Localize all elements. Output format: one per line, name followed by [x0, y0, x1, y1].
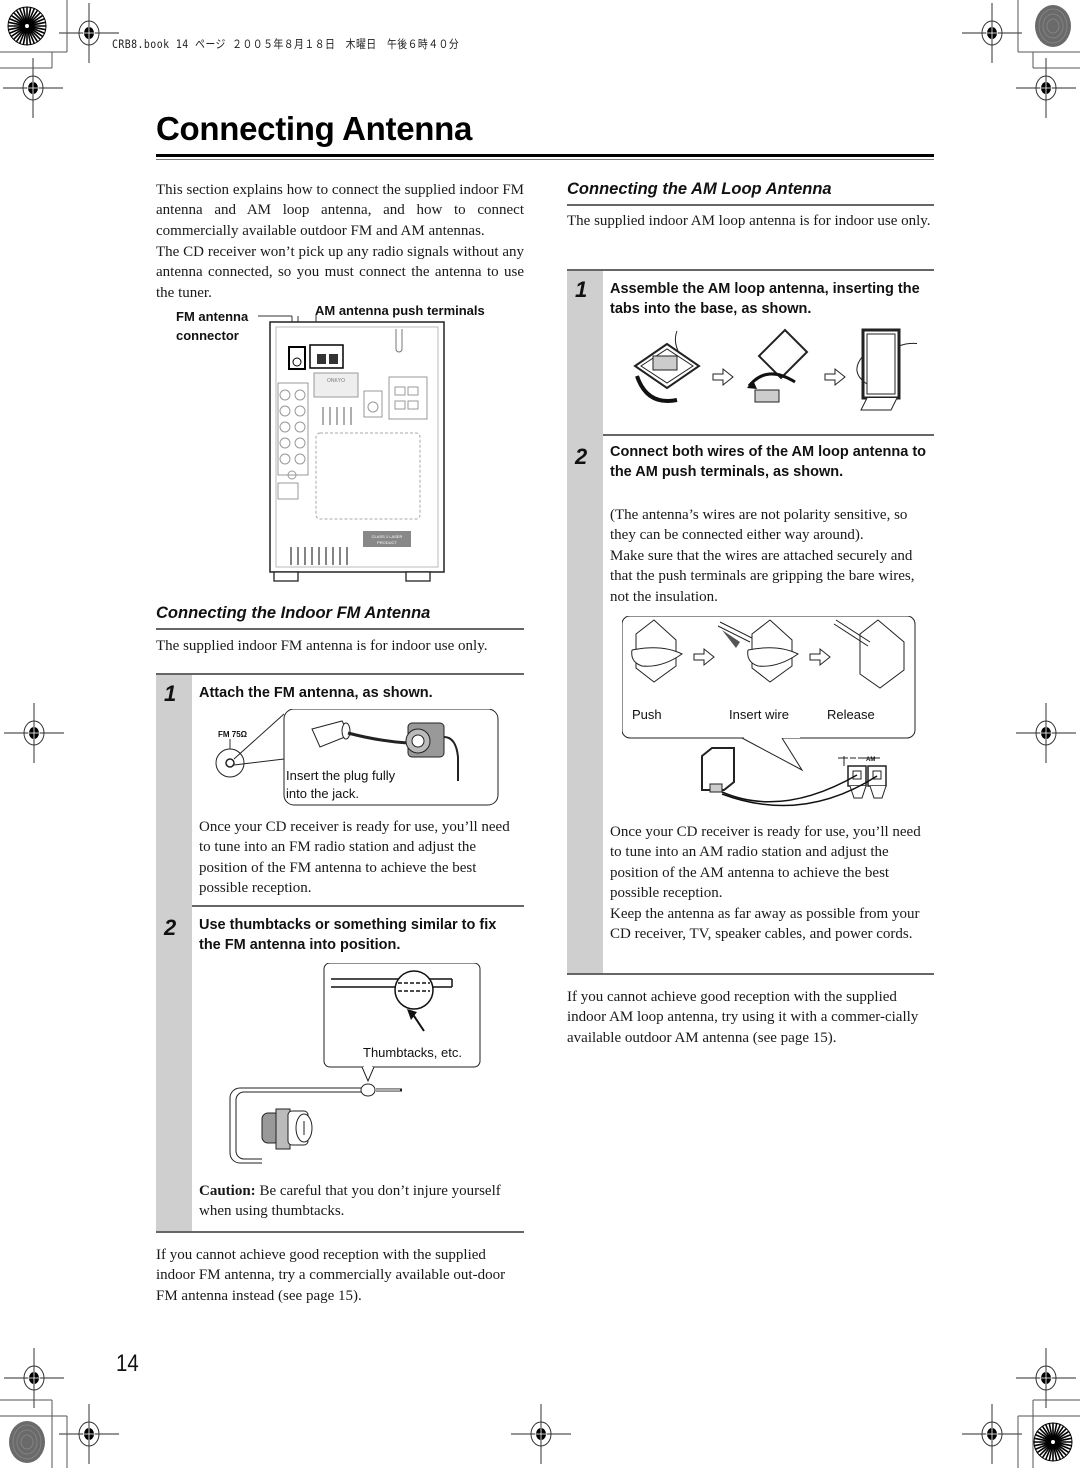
- section-rule: [156, 628, 524, 630]
- starburst-target-icon: [1033, 1422, 1073, 1462]
- step-divider: [603, 434, 934, 436]
- registration-mark: [1015, 57, 1077, 119]
- registration-mark: [58, 1403, 120, 1465]
- fm-caution: Caution: Be careful that you don’t injur…: [199, 1181, 521, 1222]
- registration-mark: [961, 1403, 1023, 1465]
- rear-panel-illustration: ONKYO CLASS 1 LASER PRODUCT: [258, 315, 445, 582]
- am-steps-box: 1 Assemble the AM loop antenna, insertin…: [567, 269, 934, 975]
- registration-mark: [3, 702, 65, 764]
- laser-label-line1: CLASS 1 LASER: [372, 534, 403, 539]
- gray-target-icon: [1035, 5, 1071, 47]
- step-bottom-rule: [156, 1231, 524, 1233]
- step-number: 1: [575, 277, 588, 302]
- step-title: Use thumbtacks or something similar to f…: [199, 917, 497, 953]
- am-terminal-label: AM: [866, 757, 875, 763]
- registration-mark: [2, 57, 64, 119]
- step-number: 2: [164, 915, 177, 940]
- push-label: Push: [632, 707, 662, 722]
- thumbtack-callout: Thumbtacks, etc.: [363, 1045, 462, 1060]
- fm-section-heading: Connecting the Indoor FM Antenna: [156, 604, 431, 622]
- fm-step1-body: Once your CD receiver is ready for use, …: [199, 819, 510, 896]
- step-title: Attach the FM antenna, as shown.: [199, 685, 433, 701]
- registration-mark: [58, 2, 120, 64]
- print-stamp: CRB8.book 14 ページ ２００５年８月１８日 木曜日 午後６時４０分: [112, 37, 460, 51]
- laser-label-line2: PRODUCT: [377, 540, 397, 545]
- am-loop-assembly-illustration: [633, 328, 917, 411]
- intro-paragraph-1: This section explains how to connect the…: [156, 182, 524, 239]
- fm-plug-callout: Insert the plug fully into the jack.: [286, 767, 395, 803]
- registration-mark: [961, 2, 1023, 64]
- am-step2-note: (The antenna’s wires are not polarity se…: [610, 507, 908, 544]
- starburst-target-icon: [7, 6, 47, 46]
- fm-connector-label-line1: FM antenna: [176, 309, 249, 324]
- insert-wire-label: Insert wire: [729, 707, 789, 722]
- step-sidebar: [567, 271, 603, 973]
- step-sidebar: [156, 675, 192, 1231]
- callout-line-1: Insert the plug fully: [286, 768, 396, 783]
- title-rule-thin: [156, 159, 934, 160]
- registration-mark: [1015, 1347, 1077, 1409]
- am-step2-reception: Once your CD receiver is ready for use, …: [610, 824, 921, 901]
- registration-mark: [3, 1347, 65, 1409]
- gray-target-icon: [9, 1421, 45, 1463]
- title-rule: [156, 154, 934, 157]
- am-step2-instructions: Make sure that the wires are attached se…: [610, 548, 915, 605]
- fm-steps-box: 1 Attach the FM antenna, as shown. FM 75…: [156, 673, 524, 1233]
- am-step2-placement: Keep the antenna as far away as possible…: [610, 906, 920, 943]
- step-title: Connect both wires of the AM loop antenn…: [610, 444, 927, 480]
- fm-section-description: The supplied indoor FM antenna is for in…: [156, 638, 488, 654]
- fm-jack-label: FM 75Ω: [218, 730, 248, 739]
- page-title: Connecting Antenna: [156, 110, 473, 147]
- am-section-heading: Connecting the AM Loop Antenna: [567, 180, 832, 198]
- release-label: Release: [827, 707, 875, 722]
- thumbtack-illustration: [229, 963, 481, 1164]
- step-divider: [192, 905, 524, 907]
- step-number: 2: [575, 444, 588, 469]
- registration-mark: [510, 1403, 572, 1465]
- registration-mark: [1015, 702, 1077, 764]
- am-section-description: The supplied indoor AM loop antenna is f…: [567, 213, 931, 229]
- fm-section-footer: If you cannot achieve good reception wit…: [156, 1247, 506, 1304]
- callout-line-2: into the jack.: [286, 786, 359, 801]
- step-title: Assemble the AM loop antenna, inserting …: [610, 281, 920, 317]
- caution-label: Caution:: [199, 1183, 256, 1199]
- brand-plate-text: ONKYO: [327, 378, 345, 384]
- section-rule: [567, 204, 934, 206]
- fm-connector-label-line2: connector: [176, 328, 239, 343]
- intro-paragraph-2: The CD receiver won’t pick up any radio …: [156, 244, 524, 301]
- step-number: 1: [164, 681, 177, 706]
- am-section-footer: If you cannot achieve good reception wit…: [567, 989, 919, 1046]
- step-bottom-rule: [567, 973, 934, 975]
- page-number: 14: [116, 1350, 139, 1377]
